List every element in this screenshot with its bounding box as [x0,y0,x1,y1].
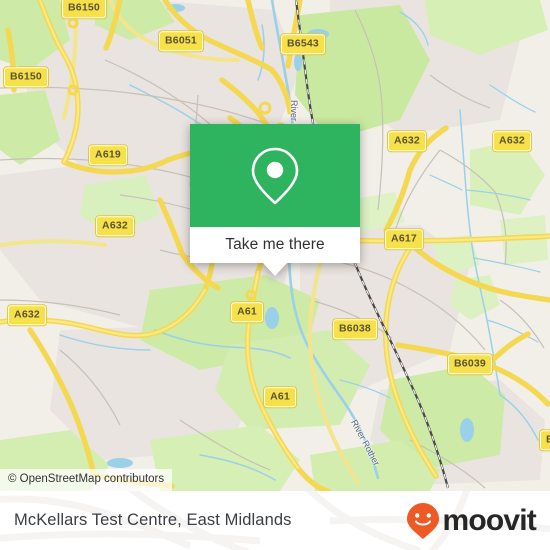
road-shield: A61 [264,387,296,407]
map-pin-icon [251,147,299,204]
popup-icon-area [190,124,360,227]
road-shield: B6038 [333,319,377,339]
road-shield: A61 [231,302,263,322]
road-shield: B6039 [448,354,492,374]
moovit-wordmark: moovit [442,503,536,537]
road-shield: A617 [385,229,423,249]
moovit-smiley-pin-icon [407,502,440,539]
road-shield: B6150 [62,0,106,18]
road-shield: B6543 [281,34,325,54]
road-shield: A619 [89,145,127,165]
road-shield: A632 [388,131,426,151]
road-shield: B6051 [159,31,203,51]
take-me-there-label[interactable]: Take me there [225,236,325,254]
location-title: McKellars Test Centre, East Midlands [14,511,292,529]
moovit-brand[interactable]: moovit [406,502,537,540]
map-screenshot: B6150 B6051 B6543 B6150 A619 A632 A632 A632 A617… [0,0,550,550]
popup-pointer-tail [263,263,287,276]
popup-action-area[interactable]: Take me there [190,227,360,263]
footer-bar: McKellars Test Centre, East Midlands moo… [0,491,550,550]
road-shield: B [540,430,550,450]
osm-attribution[interactable]: © OpenStreetMap contributors [0,469,173,491]
road-shield: B6150 [4,67,48,87]
road-shield: A632 [493,131,531,151]
location-popup-card[interactable]: Take me there [190,124,360,276]
road-shield: A632 [96,216,134,236]
road-shield: A632 [8,305,46,325]
